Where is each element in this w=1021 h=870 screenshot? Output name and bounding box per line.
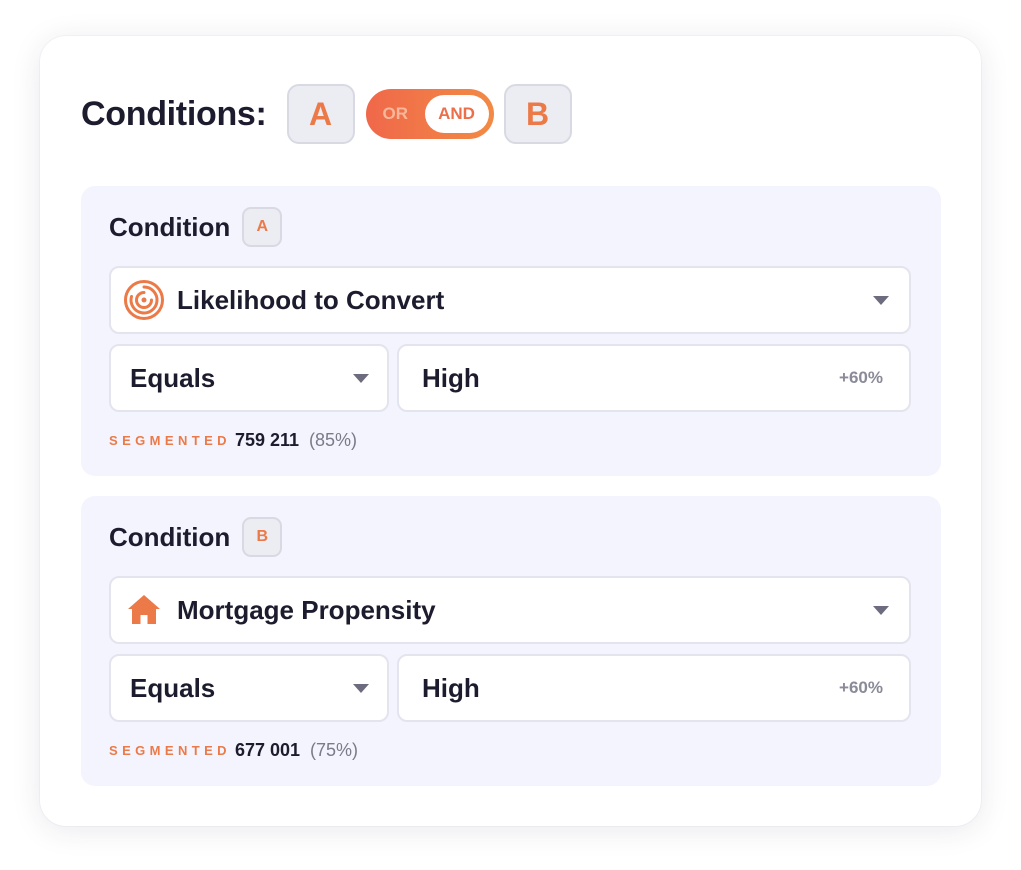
chevron-down-icon	[353, 684, 369, 693]
operand-a-button[interactable]: A	[286, 84, 355, 144]
operator-label: Equals	[130, 363, 216, 393]
conditions-header: Conditions: A OR AND B	[81, 84, 572, 144]
condition-panel-b: Condition B Mortgage Propensity Equals H…	[81, 496, 941, 786]
condition-heading: Condition B	[109, 517, 283, 557]
attribute-select[interactable]: Mortgage Propensity	[109, 576, 911, 644]
target-circle-icon	[123, 279, 165, 321]
condition-panel-a: Condition A Likelihood to Convert Equals…	[81, 186, 941, 476]
or-option[interactable]: OR	[383, 89, 409, 139]
operator-select[interactable]: Equals	[109, 344, 389, 412]
operand-b-button[interactable]: B	[503, 84, 572, 144]
house-icon	[123, 589, 165, 631]
condition-heading: Condition A	[109, 207, 283, 247]
segmented-count: 677 001	[234, 739, 301, 760]
segmented-percent: (75%)	[310, 739, 359, 760]
chevron-down-icon	[353, 374, 369, 383]
value-field[interactable]: High +60%	[397, 654, 911, 722]
value-label: High	[422, 363, 480, 393]
condition-badge: A	[242, 207, 283, 247]
attribute-select[interactable]: Likelihood to Convert	[109, 266, 911, 334]
attribute-label: Likelihood to Convert	[177, 284, 445, 315]
value-label: High	[422, 673, 480, 703]
condition-label: Condition	[109, 211, 231, 242]
value-field[interactable]: High +60%	[397, 344, 911, 412]
operator-label: Equals	[130, 673, 216, 703]
segment-stats: SEGMENTED 759 211 (85%)	[109, 426, 357, 454]
segmented-label: SEGMENTED	[109, 432, 231, 448]
chevron-down-icon	[873, 606, 889, 615]
segmented-percent: (85%)	[309, 429, 358, 450]
operator-select[interactable]: Equals	[109, 654, 389, 722]
chevron-down-icon	[873, 296, 889, 305]
attribute-label: Mortgage Propensity	[177, 594, 436, 625]
segmented-label: SEGMENTED	[109, 742, 231, 758]
conditions-title: Conditions:	[81, 94, 267, 133]
segmented-count: 759 211	[234, 429, 300, 450]
value-modifier: +60%	[839, 368, 883, 387]
condition-badge: B	[242, 517, 283, 557]
and-option[interactable]: AND	[424, 95, 489, 133]
segment-stats: SEGMENTED 677 001 (75%)	[109, 736, 358, 764]
value-modifier: +60%	[839, 678, 883, 697]
condition-label: Condition	[109, 521, 231, 552]
or-and-toggle[interactable]: OR AND	[365, 89, 494, 139]
conditions-card: Conditions: A OR AND B Condition A Likel…	[40, 36, 981, 826]
